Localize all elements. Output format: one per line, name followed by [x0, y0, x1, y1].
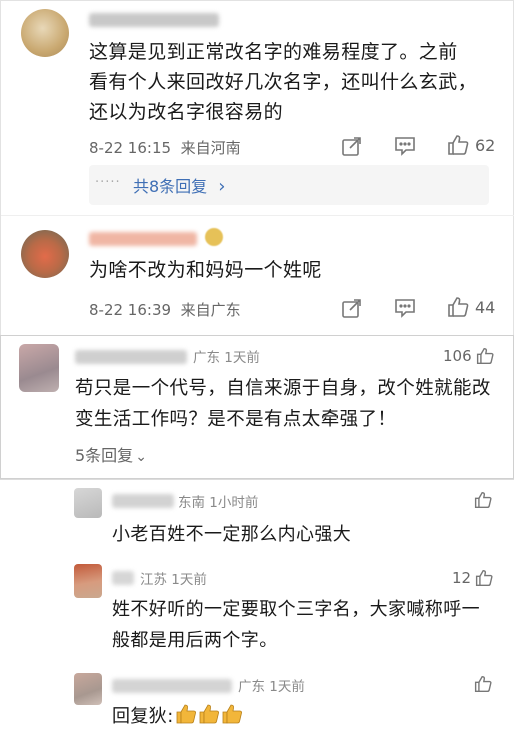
location-time: 江苏 1天前 — [140, 572, 207, 588]
like-button[interactable] — [474, 675, 492, 693]
thumbs-up-emoji-icon — [176, 704, 196, 724]
like-button[interactable]: 44 — [447, 296, 495, 318]
thumbs-up-emoji-row — [174, 704, 243, 727]
username-blurred[interactable] — [112, 679, 232, 693]
sub-replies-link[interactable]: 共8条回复 › — [133, 173, 225, 197]
thumbs-up-emoji-icon — [199, 704, 219, 724]
chevron-down-icon: ⌄ — [135, 449, 147, 465]
like-count: 12 — [452, 569, 472, 587]
divider — [1, 215, 514, 216]
comment-text: 这算是见到正常改名字的难易程度了。之前 看有个人来回改好几次名字，还叫什么玄武，… — [89, 41, 478, 123]
share-square-icon — [342, 137, 361, 156]
thumbs-up-icon — [474, 675, 492, 693]
comment-button[interactable] — [394, 136, 416, 156]
repost-button[interactable] — [341, 135, 363, 157]
username-blurred[interactable] — [89, 13, 219, 27]
sub-comment-panel: 东南 1小时前 小老百姓不一定那么内心强大 江苏 1天前 12 姓不好听的一定要… — [0, 479, 514, 738]
timestamp: 8-22 16:15 — [89, 139, 172, 157]
sub-comment-text: 小老百姓不一定那么内心强大 — [112, 524, 352, 545]
avatar[interactable] — [21, 9, 69, 57]
comment-meta: 8-22 16:39 来自广东 — [89, 299, 241, 320]
avatar[interactable] — [21, 230, 69, 278]
thumbs-up-icon — [474, 491, 492, 509]
location-time: 广东 1天前 — [238, 679, 305, 695]
like-count: 106 — [443, 347, 472, 365]
thumbs-up-icon — [476, 347, 494, 365]
like-count: 44 — [475, 297, 496, 317]
timestamp: 8-22 16:39 — [89, 301, 172, 319]
comment-panel-top: 这算是见到正常改名字的难易程度了。之前 看有个人来回改好几次名字，还叫什么玄武，… — [0, 0, 514, 335]
like-button[interactable] — [474, 491, 492, 509]
avatar[interactable] — [74, 564, 102, 598]
user-badge-icon — [205, 228, 223, 246]
comment-meta: 8-22 16:15 来自河南 — [89, 137, 241, 158]
thumbs-up-icon — [448, 297, 469, 317]
source-label: 来自广东 — [180, 301, 241, 319]
sub-comment-text: 姓不好听的一定要取个三字名，大家喊称呼一 般都是用后两个字。 — [112, 599, 480, 651]
avatar[interactable] — [19, 344, 59, 392]
comment-text: 苟只是一个代号，自信来源于自身，改个姓就能改 变生活工作吗？是不是有点太牵强了！ — [75, 378, 491, 430]
username-blurred[interactable] — [75, 350, 187, 364]
comment-panel-middle: 广东 1天前 106 苟只是一个代号，自信来源于自身，改个姓就能改 变生活工作吗… — [0, 335, 514, 479]
comment-bubble-icon — [395, 299, 415, 318]
comment-button[interactable] — [394, 298, 416, 318]
source-label: 来自河南 — [180, 139, 241, 157]
comment-text: 为啥不改为和妈妈一个姓呢 — [89, 259, 322, 281]
thumbs-up-icon — [448, 135, 469, 155]
avatar[interactable] — [74, 488, 102, 518]
share-square-icon — [342, 299, 361, 318]
thumbs-up-icon — [476, 569, 493, 587]
like-button[interactable]: 12 — [452, 569, 493, 587]
like-button[interactable]: 106 — [443, 347, 494, 365]
chevron-right-icon: › — [218, 176, 226, 197]
replies-toggle[interactable]: 5条回复 ⌄ — [75, 442, 147, 466]
sub-replies-box[interactable]: ····· 共8条回复 › — [89, 165, 489, 205]
thumbs-up-emoji-icon — [222, 704, 242, 724]
username-blurred[interactable] — [112, 494, 174, 508]
ellipsis-dots: ····· — [95, 175, 121, 190]
location-time: 东南 1小时前 — [178, 495, 259, 511]
avatar[interactable] — [74, 673, 102, 705]
username-blurred[interactable] — [112, 571, 134, 585]
like-count: 62 — [475, 135, 496, 155]
location-time: 广东 1天前 — [193, 350, 260, 366]
like-button[interactable]: 62 — [447, 134, 495, 156]
repost-button[interactable] — [341, 297, 363, 319]
sub-comment-text: 回复狄: — [112, 702, 243, 732]
comment-bubble-icon — [395, 137, 415, 156]
username-blurred[interactable] — [89, 232, 197, 246]
